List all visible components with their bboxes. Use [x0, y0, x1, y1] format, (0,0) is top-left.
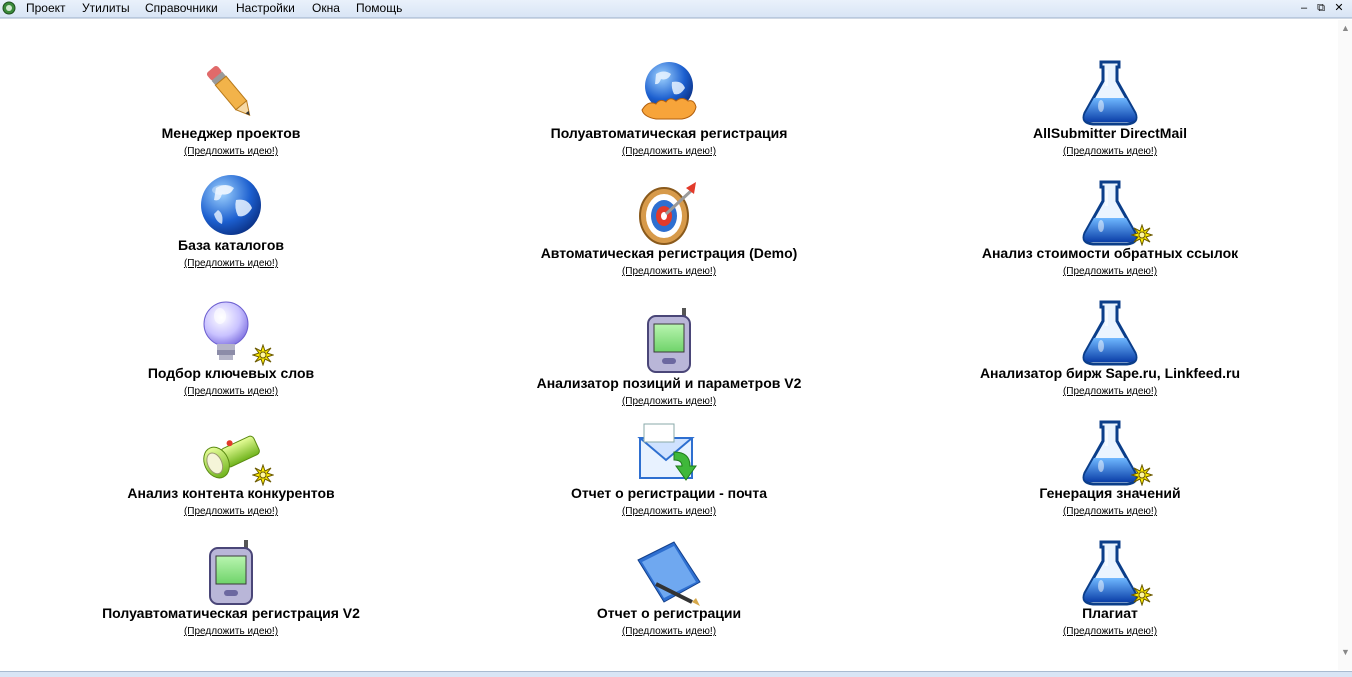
suggest-idea-link[interactable]: (Предложить идею!)	[890, 266, 1330, 278]
suggest-idea-link[interactable]: (Предложить идею!)	[11, 626, 451, 638]
tile-3[interactable]: AllSubmitter DirectMail (Предложить идею!…	[890, 58, 1330, 158]
tile-13[interactable]: Полуавтоматическая регистрация V2 (Предло…	[11, 538, 451, 638]
tile-5[interactable]: Автоматическая регистрация (Demo) (Предло…	[449, 178, 889, 278]
suggest-idea-link[interactable]: (Предложить идею!)	[11, 506, 451, 518]
new-badge-icon	[252, 464, 274, 486]
minimize-icon[interactable]: ‒	[1296, 0, 1312, 16]
target-icon[interactable]	[634, 178, 704, 248]
flask-icon[interactable]	[1075, 298, 1145, 368]
new-badge-icon	[1131, 464, 1153, 486]
tile-title[interactable]: Анализатор позиций и параметров V2	[449, 375, 889, 392]
flask-icon[interactable]	[1075, 418, 1145, 488]
app-icon[interactable]	[2, 1, 16, 15]
vertical-scrollbar[interactable]: ▲ ▼	[1338, 20, 1352, 670]
menu-windows[interactable]: Окна	[310, 1, 342, 15]
tile-14[interactable]: Отчет о регистрации (Предложить идею!)	[449, 538, 889, 638]
restore-icon[interactable]: ⧉	[1313, 0, 1329, 16]
scroll-down-icon[interactable]: ▼	[1341, 648, 1350, 657]
tile-9[interactable]: Анализатор бирж Sape.ru, Linkfeed.ru (Пре…	[890, 298, 1330, 398]
pencil-icon[interactable]	[196, 58, 266, 128]
tile-15[interactable]: Плагиат (Предложить идею!)	[890, 538, 1330, 638]
envelope-icon[interactable]	[634, 418, 704, 488]
menu-help[interactable]: Помощь	[354, 1, 404, 15]
tile-6[interactable]: Анализ стоимости обратных ссылок (Предлож…	[890, 178, 1330, 278]
new-badge-icon	[1131, 584, 1153, 606]
suggest-idea-link[interactable]: (Предложить идею!)	[449, 146, 889, 158]
suggest-idea-link[interactable]: (Предложить идею!)	[11, 146, 451, 158]
book-pen-icon[interactable]	[634, 538, 704, 608]
flask-icon[interactable]	[1075, 58, 1145, 128]
pda-icon[interactable]	[196, 538, 266, 608]
flashlight-icon[interactable]	[196, 418, 266, 488]
new-badge-icon	[1131, 224, 1153, 246]
suggest-idea-link[interactable]: (Предложить идею!)	[449, 396, 889, 408]
tile-4[interactable]: База каталогов (Предложить идею!)	[11, 170, 451, 270]
lightbulb-icon[interactable]	[196, 298, 266, 368]
tile-7[interactable]: Подбор ключевых слов (Предложить идею!)	[11, 298, 451, 398]
suggest-idea-link[interactable]: (Предложить идею!)	[890, 626, 1330, 638]
globe-icon[interactable]	[196, 170, 266, 240]
suggest-idea-link[interactable]: (Предложить идею!)	[449, 626, 889, 638]
tile-1[interactable]: Менеджер проектов (Предложить идею!)	[11, 58, 451, 158]
suggest-idea-link[interactable]: (Предложить идею!)	[890, 146, 1330, 158]
suggest-idea-link[interactable]: (Предложить идею!)	[890, 506, 1330, 518]
flask-icon[interactable]	[1075, 538, 1145, 608]
tile-2[interactable]: Полуавтоматическая регистрация (Предложит…	[449, 58, 889, 158]
suggest-idea-link[interactable]: (Предложить идею!)	[890, 386, 1330, 398]
status-strip	[0, 671, 1352, 677]
suggest-idea-link[interactable]: (Предложить идею!)	[11, 386, 451, 398]
menu-project[interactable]: Проект	[24, 1, 68, 15]
scroll-up-icon[interactable]: ▲	[1341, 24, 1350, 33]
suggest-idea-link[interactable]: (Предложить идею!)	[11, 258, 451, 270]
tile-8[interactable]: Анализатор позиций и параметров V2 (Предл…	[449, 306, 889, 408]
close-icon[interactable]: ✕	[1331, 0, 1347, 16]
flask-icon[interactable]	[1075, 178, 1145, 248]
suggest-idea-link[interactable]: (Предложить идею!)	[449, 266, 889, 278]
menu-settings[interactable]: Настройки	[234, 1, 297, 15]
pda-icon[interactable]	[634, 306, 704, 376]
menu-utilities[interactable]: Утилиты	[80, 1, 132, 15]
tile-10[interactable]: Анализ контента конкурентов (Предложить и…	[11, 418, 451, 518]
new-badge-icon	[252, 344, 274, 366]
menu-bar: Проект Утилиты Справочники Настройки Окн…	[0, 0, 1352, 18]
tile-11[interactable]: Отчет о регистрации - почта (Предложить и…	[449, 418, 889, 518]
globe-hand-icon[interactable]	[634, 58, 704, 128]
menu-references[interactable]: Справочники	[143, 1, 220, 15]
tile-12[interactable]: Генерация значений (Предложить идею!)	[890, 418, 1330, 518]
suggest-idea-link[interactable]: (Предложить идею!)	[449, 506, 889, 518]
